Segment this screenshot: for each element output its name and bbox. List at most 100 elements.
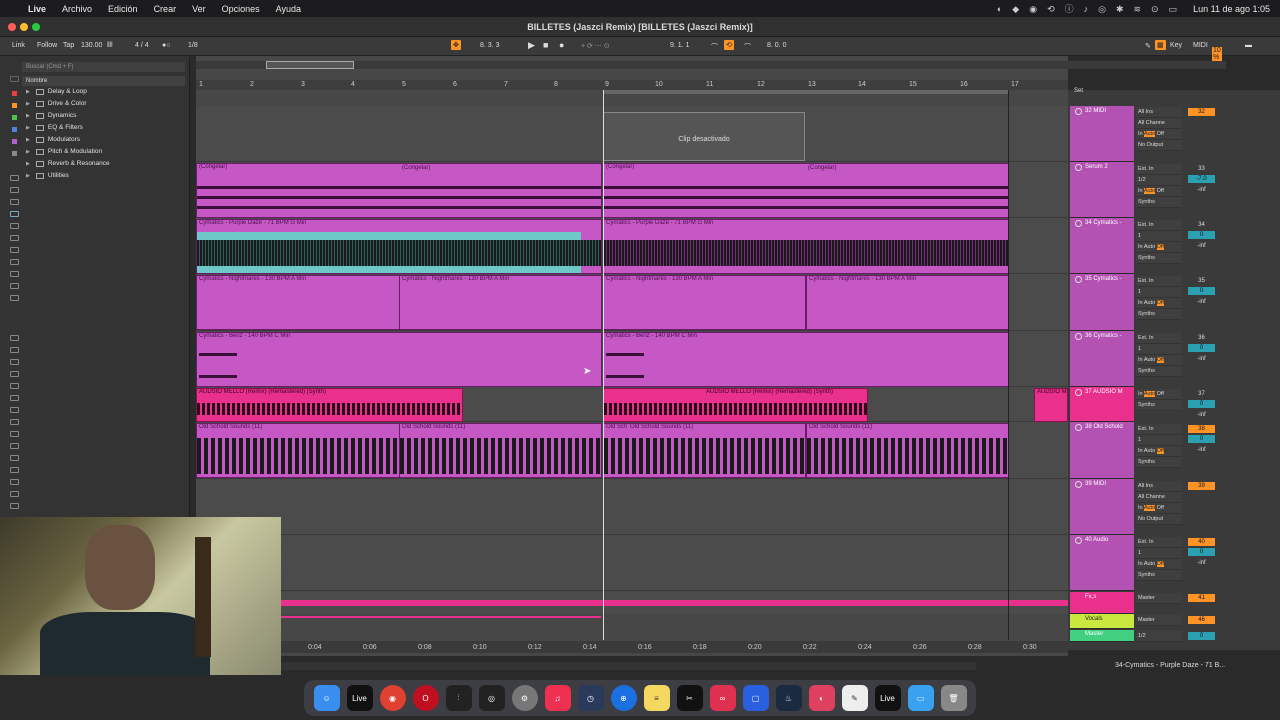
settings-icon[interactable]: ⚙ (511, 685, 538, 711)
trash-icon[interactable]: 🗑 (940, 685, 967, 711)
master-track-header[interactable]: Master (1070, 630, 1134, 642)
punch-out-icon[interactable]: ⌒ (744, 42, 751, 52)
track-io[interactable]: Ext. In 1 In Auto Off Synths (1136, 424, 1182, 468)
finder-icon[interactable]: ☺ (313, 685, 340, 711)
track-header[interactable]: 35 Cymatics - (1070, 274, 1134, 331)
chrome-icon[interactable]: ◉ (379, 685, 406, 711)
return-io[interactable]: Master (1136, 593, 1182, 604)
track-header[interactable]: 38 Old Schold (1070, 422, 1134, 479)
audio-clip-purple-daze[interactable]: Cymatics - Purple Daze - 71 BPM G Min (196, 219, 602, 274)
tunings-icon[interactable] (10, 295, 19, 301)
track-header[interactable]: 32 MIDI (1070, 106, 1134, 162)
link-button[interactable]: Link (12, 42, 25, 49)
adobe-icon[interactable]: ◐ (808, 685, 835, 711)
menu-ver[interactable]: Ver (192, 4, 206, 14)
overview-selection[interactable] (266, 61, 354, 69)
track-activator[interactable]: 33 (1188, 165, 1215, 173)
instruments-icon[interactable] (10, 199, 19, 205)
track-activator[interactable]: 36 (1188, 334, 1215, 342)
places-folder-icon[interactable] (10, 371, 19, 377)
track-activator[interactable]: 38 (1188, 425, 1215, 433)
track-lane-39[interactable] (196, 479, 1068, 535)
volume-field[interactable]: 0 (1188, 344, 1215, 352)
audio-clip-audsio-mello[interactable]: AUDSIO MELLO (Remix) (Remastered) (Synth… (196, 388, 463, 422)
loop-end-marker[interactable] (1008, 90, 1009, 640)
places-folder-icon[interactable] (10, 491, 19, 497)
track-io[interactable]: Ext. In 1 In Auto Off Synths (1136, 276, 1182, 320)
safari-icon[interactable]: ⊕ (610, 685, 637, 711)
drums-icon[interactable] (10, 187, 19, 193)
capcut-icon[interactable]: ✂ (676, 685, 703, 711)
track-activator[interactable]: 32 (1188, 108, 1215, 116)
quantize-field[interactable]: 1/8 (188, 42, 198, 49)
track-header[interactable]: Serum 2 (1070, 162, 1134, 218)
master-io[interactable]: 1/2 (1136, 631, 1182, 642)
deactivated-clip[interactable]: Clip desactivado (603, 112, 805, 161)
time-ruler[interactable]: 0:04 0:06 0:08 0:10 0:12 0:14 0:16 0:18 … (196, 641, 1068, 653)
tuner-icon[interactable]: ◎ (478, 685, 505, 711)
menu-opciones[interactable]: Opciones (222, 4, 260, 14)
midi-clip-nightmares[interactable]: Cymatics - Nightmares - 130 BPM A Min (399, 275, 602, 330)
places-folder-icon[interactable] (10, 419, 19, 425)
track-io[interactable]: All Ins All Channe In Auto Off No Output (1136, 107, 1182, 151)
menu-crear[interactable]: Crear (154, 4, 177, 14)
volume-field[interactable]: -7.0 (1188, 175, 1215, 183)
samples-icon[interactable] (10, 271, 19, 277)
script-editor-icon[interactable]: ✎ (841, 685, 868, 711)
fold-icon[interactable] (1075, 537, 1082, 544)
track-io[interactable]: Ext. In 1/2 In Auto Off Synths (1136, 164, 1182, 208)
tempo-field[interactable]: 130.00 (81, 42, 102, 49)
color-tag-gray[interactable] (12, 151, 17, 156)
key-map-button[interactable]: Key (1170, 42, 1182, 49)
frozen-clip[interactable]: (Congelar) (603, 163, 1009, 218)
browser-item[interactable]: ▶ EQ & Filters (26, 123, 83, 133)
fold-icon[interactable] (1075, 108, 1082, 115)
play-icon[interactable]: ▶ (528, 40, 535, 51)
places-folder-icon[interactable] (10, 407, 19, 413)
places-folder-icon[interactable] (10, 383, 19, 389)
menubar-datetime[interactable]: Lun 11 de ago 1:05 (1193, 4, 1270, 14)
midi-clip-benz[interactable]: Cymatics - Benz - 140 BPM C Min (603, 332, 1009, 387)
max-for-live-icon[interactable] (10, 235, 19, 241)
record-icon[interactable]: ● (559, 40, 564, 50)
stop-icon[interactable]: ■ (543, 40, 548, 50)
midi-clip-nightmares[interactable]: Cymatics - Nightmares - 130 BPM A Min (806, 275, 1009, 330)
grooves-icon[interactable] (10, 283, 19, 289)
loop-start-field[interactable]: 9. 1. 1 (670, 42, 689, 49)
color-tag-green[interactable] (12, 115, 17, 120)
fold-icon[interactable] (1075, 333, 1082, 340)
volume-field[interactable]: 0 (1188, 548, 1215, 556)
track-io[interactable]: Ext. In 1 In Auto Off Synths (1136, 537, 1182, 581)
color-tag-blue[interactable] (12, 127, 17, 132)
places-folder-icon[interactable] (10, 431, 19, 437)
places-folder-icon[interactable] (10, 395, 19, 401)
loop-brace[interactable] (603, 90, 1008, 94)
loop-length-field[interactable]: 8. 0. 0 (767, 42, 786, 49)
pulse-icon[interactable]: ●○ (162, 42, 170, 49)
packs-folder-icon[interactable] (10, 335, 19, 341)
metronome-icon[interactable]: ‖‖ (107, 42, 113, 49)
fold-icon[interactable] (1075, 164, 1082, 171)
fold-icon[interactable] (1075, 424, 1082, 431)
beat-ruler[interactable]: 1 2 3 4 5 6 7 8 9 10 11 12 13 14 15 16 1… (196, 80, 1068, 90)
position-field[interactable]: 8. 3. 3 (480, 42, 499, 49)
follow-button[interactable]: Follow (37, 42, 57, 49)
browser-item[interactable]: ▶ Dynamics (26, 111, 76, 121)
horizontal-scrollbar[interactable] (196, 662, 976, 670)
draw-mode-icon[interactable]: ✎ (1145, 42, 1151, 50)
frozen-clip[interactable]: (Congelar) (196, 163, 602, 218)
track-header[interactable]: 37 AUDSIO M (1070, 387, 1134, 422)
current-project-icon[interactable] (10, 359, 19, 365)
fold-icon[interactable] (1075, 389, 1082, 396)
places-folder-icon[interactable] (10, 467, 19, 473)
color-tag-orange[interactable] (12, 103, 17, 108)
opera-icon[interactable]: O (412, 685, 439, 711)
keyboard-map-button[interactable]: ▦ (1155, 40, 1166, 50)
fold-icon[interactable] (1075, 276, 1082, 283)
browser-item[interactable]: ▶ Reverb & Resonance (26, 159, 110, 169)
playhead[interactable] (603, 90, 604, 640)
track-activator[interactable]: 34 (1188, 221, 1215, 229)
browser-search-input[interactable]: Buscar (Cmd + F) (22, 62, 185, 72)
browser-item[interactable]: ▶ Delay & Loop (26, 87, 87, 97)
ableton-live-icon[interactable]: Live (874, 685, 901, 711)
